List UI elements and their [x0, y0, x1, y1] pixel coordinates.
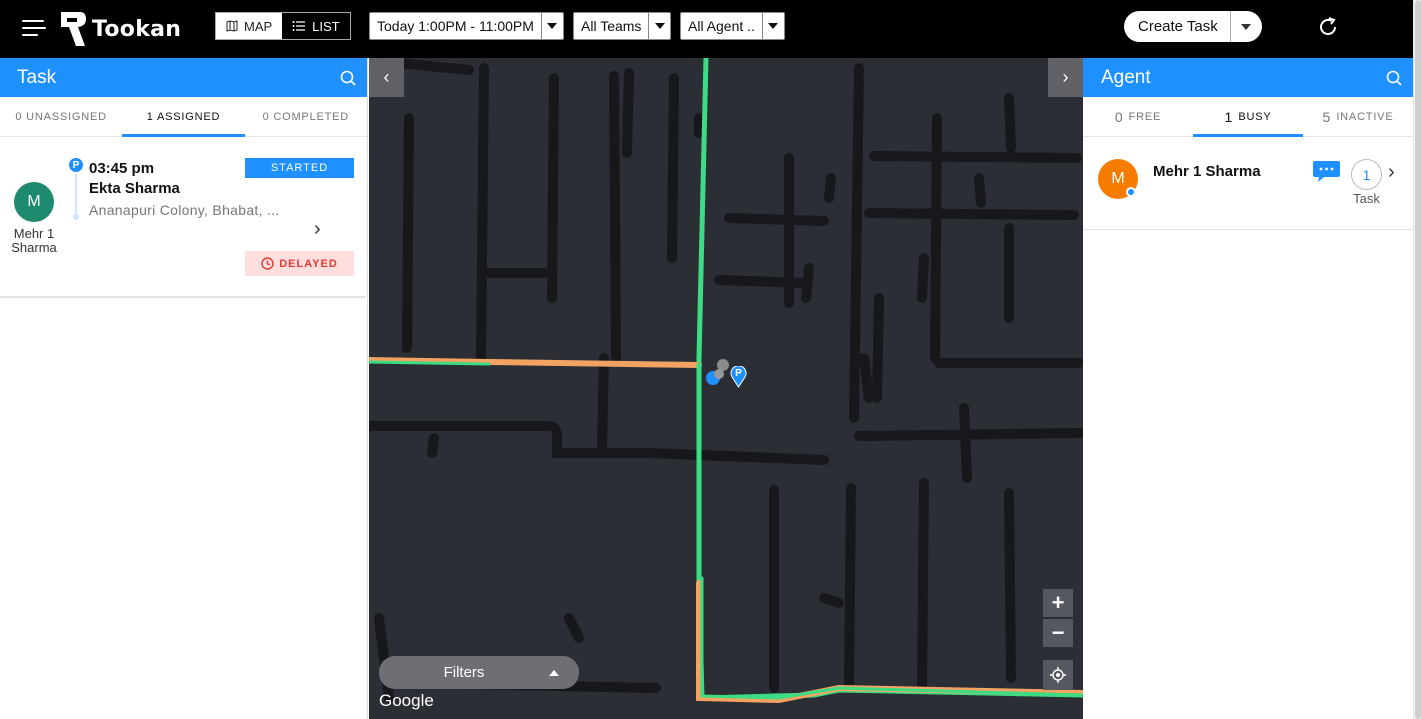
task-card[interactable]: M Mehr 1 Sharma P 03:45 pm Ekta Sharma A… — [0, 58, 367, 298]
tookan-logo-icon — [61, 12, 86, 46]
map-view-button[interactable]: MAP — [216, 13, 283, 39]
zoom-out-button[interactable]: − — [1043, 619, 1073, 647]
team-filter-value: All Teams — [581, 18, 642, 34]
brand-name: Tookan — [92, 16, 182, 42]
clock-icon — [261, 257, 274, 270]
agent-task-label: Task — [1353, 191, 1380, 206]
google-attribution: Google — [379, 691, 434, 710]
pickup-badge: P — [69, 158, 83, 172]
busy-count: 1 — [1224, 108, 1233, 125]
agent-tabs: 0 Free 1 Busy 5 Inactive — [1083, 97, 1413, 137]
team-filter-dropdown[interactable]: All Teams — [573, 12, 672, 40]
map-view[interactable]: P ‹ › + − Filters Google — [369, 58, 1083, 719]
create-task-label: Create Task — [1138, 18, 1218, 35]
delayed-badge: DELAYED — [245, 251, 354, 276]
chevron-up-icon — [549, 669, 559, 676]
map-view-label: MAP — [244, 18, 273, 34]
list-view-button[interactable]: LIST — [282, 13, 349, 39]
agent-list-item[interactable]: M Mehr 1 Sharma 1 Task › — [1083, 137, 1413, 230]
date-filter-dropdown[interactable]: Today 1:00PM - 11:00PM — [369, 12, 564, 40]
menu-icon[interactable] — [22, 18, 46, 38]
create-task-button[interactable]: Create Task — [1124, 11, 1262, 42]
zoom-in-button[interactable]: + — [1043, 589, 1073, 617]
chevron-right-icon[interactable]: › — [1388, 161, 1395, 184]
scrollbar-thumb[interactable] — [1415, 0, 1421, 719]
list-icon — [292, 21, 306, 31]
status-badge: STARTED — [245, 158, 354, 178]
agent-filter-dropdown[interactable]: All Agent .. — [680, 12, 785, 40]
view-toggle: MAP LIST — [215, 12, 351, 40]
free-label: Free — [1128, 110, 1162, 123]
agent-panel-header: Agent — [1083, 58, 1413, 97]
chevron-down-icon — [648, 13, 670, 39]
map-roads — [369, 58, 1083, 704]
map-prev-button[interactable]: ‹ — [369, 58, 404, 97]
create-task-options-icon[interactable] — [1230, 11, 1260, 42]
avatar: M — [14, 182, 54, 222]
chat-icon[interactable] — [1312, 160, 1341, 184]
tab-free[interactable]: 0 Free — [1083, 97, 1193, 136]
timeline-dot — [73, 214, 79, 220]
refresh-icon[interactable] — [1316, 15, 1340, 39]
online-status-dot — [1126, 187, 1136, 197]
page-scrollbar[interactable] — [1413, 0, 1421, 719]
brand-logo[interactable]: Tookan — [58, 8, 181, 50]
inactive-count: 5 — [1322, 108, 1331, 125]
filters-button[interactable]: Filters — [379, 656, 579, 689]
search-icon[interactable] — [1386, 70, 1402, 86]
task-panel: Task 0 Unassigned 1 Assigned 0 Completed… — [0, 58, 368, 719]
task-address: Ananapuri Colony, Bhabat, ... — [89, 202, 280, 218]
inactive-label: Inactive — [1336, 110, 1394, 123]
free-count: 0 — [1114, 108, 1123, 125]
chevron-right-icon[interactable]: › — [314, 218, 321, 241]
list-view-label: LIST — [312, 18, 340, 34]
agent-filter-value: All Agent .. — [688, 18, 755, 34]
date-filter-value: Today 1:00PM - 11:00PM — [377, 18, 534, 34]
agent-panel-title: Agent — [1101, 66, 1151, 88]
filters-label: Filters — [443, 664, 485, 681]
locate-icon — [1050, 667, 1066, 683]
agent-panel: Agent 0 Free 1 Busy 5 Inactive M Mehr 1 … — [1083, 58, 1413, 719]
pickup-marker-label: P — [735, 368, 742, 379]
agent-task-count: 1 — [1351, 159, 1382, 190]
tab-inactive[interactable]: 5 Inactive — [1303, 97, 1413, 136]
chevron-down-icon — [761, 13, 784, 39]
tab-busy[interactable]: 1 Busy — [1193, 97, 1303, 137]
task-card-divider — [0, 296, 366, 298]
chevron-down-icon — [540, 13, 563, 39]
timeline-line — [75, 174, 77, 218]
busy-label: Busy — [1238, 110, 1272, 123]
pickup-marker[interactable]: P — [730, 365, 747, 388]
task-customer-name: Ekta Sharma — [89, 180, 180, 197]
task-time: 03:45 pm — [89, 160, 155, 177]
map-next-button[interactable]: › — [1048, 58, 1083, 97]
top-bar: Tookan MAP LIST Today 1:00PM - 11:00PM A… — [0, 0, 1421, 58]
map-icon — [226, 20, 238, 32]
delayed-label: DELAYED — [279, 257, 338, 270]
agent-name: Mehr 1 Sharma — [1153, 163, 1261, 180]
locate-button[interactable] — [1043, 660, 1073, 690]
task-agent-name: Mehr 1 Sharma — [11, 226, 57, 255]
